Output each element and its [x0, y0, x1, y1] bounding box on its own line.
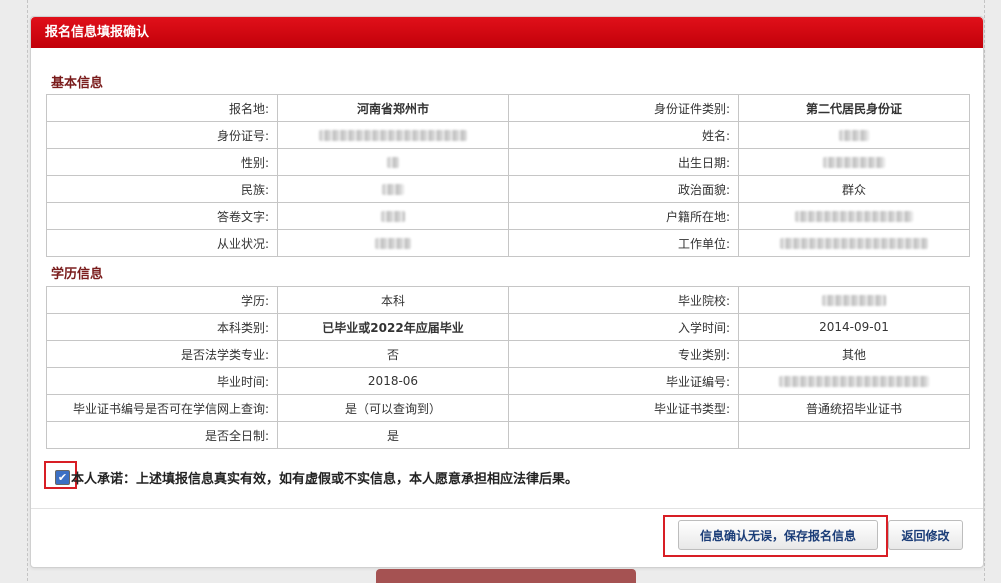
field-label: 身份证号:: [46, 121, 278, 149]
table-row: 毕业时间: 2018-06 毕业证编号:: [46, 367, 970, 395]
field-label: 政治面貌:: [508, 175, 739, 203]
back-button[interactable]: 返回修改: [888, 520, 963, 550]
field-value: 其他: [738, 340, 970, 368]
field-label: 入学时间:: [508, 313, 739, 341]
edu-info-title: 学历信息: [51, 267, 104, 282]
redacted-value: [738, 286, 970, 314]
table-row: 答卷文字: 户籍所在地:: [46, 202, 970, 230]
field-value: 河南省郑州市: [277, 94, 509, 122]
table-row: 从业状况: 工作单位:: [46, 229, 970, 257]
field-value: 第二代居民身份证: [738, 94, 970, 122]
pledge-checkbox[interactable]: ✔: [55, 470, 70, 485]
field-label: 是否全日制:: [46, 421, 278, 449]
confirm-panel: 报名信息填报确认 基本信息 报名地: 河南省郑州市 身份证件类别: 第二代居民身…: [30, 16, 984, 568]
field-value: 已毕业或2022年应届毕业: [277, 313, 509, 341]
redacted-value: [277, 229, 509, 257]
table-row: 是否全日制: 是: [46, 421, 970, 449]
redacted-value: [738, 121, 970, 149]
field-label: 毕业证书类型:: [508, 394, 739, 422]
empty-cell: [508, 421, 739, 449]
redacted-value: [738, 367, 970, 395]
table-row: 毕业证书编号是否可在学信网上查询: 是（可以查询到） 毕业证书类型: 普通统招毕…: [46, 394, 970, 422]
divider: [31, 508, 983, 509]
table-row: 是否法学类专业: 否 专业类别: 其他: [46, 340, 970, 368]
field-label: 学历:: [46, 286, 278, 314]
basic-info-table: 报名地: 河南省郑州市 身份证件类别: 第二代居民身份证 身份证号: 姓名: 性…: [46, 94, 970, 257]
field-label: 毕业证书编号是否可在学信网上查询:: [46, 394, 278, 422]
field-label: 民族:: [46, 175, 278, 203]
empty-cell: [738, 421, 970, 449]
field-label: 从业状况:: [46, 229, 278, 257]
field-label: 答卷文字:: [46, 202, 278, 230]
pledge-text: 本人承诺：上述填报信息真实有效，如有虚假或不实信息，本人愿意承担相应法律后果。: [71, 472, 579, 487]
redacted-value: [738, 148, 970, 176]
redacted-value: [277, 202, 509, 230]
redacted-value: [277, 121, 509, 149]
field-label: 户籍所在地:: [508, 202, 739, 230]
table-row: 本科类别: 已毕业或2022年应届毕业 入学时间: 2014-09-01: [46, 313, 970, 341]
field-value: 是: [277, 421, 509, 449]
field-label: 姓名:: [508, 121, 739, 149]
field-value: 2014-09-01: [738, 313, 970, 341]
field-label: 出生日期:: [508, 148, 739, 176]
table-row: 学历: 本科 毕业院校:: [46, 286, 970, 314]
table-row: 民族: 政治面貌: 群众: [46, 175, 970, 203]
redacted-value: [277, 175, 509, 203]
field-label: 毕业院校:: [508, 286, 739, 314]
field-value: 群众: [738, 175, 970, 203]
field-label: 毕业时间:: [46, 367, 278, 395]
field-label: 专业类别:: [508, 340, 739, 368]
panel-title: 报名信息填报确认: [31, 17, 983, 48]
redacted-value: [738, 229, 970, 257]
field-value: 普通统招毕业证书: [738, 394, 970, 422]
table-row: 报名地: 河南省郑州市 身份证件类别: 第二代居民身份证: [46, 94, 970, 122]
save-button[interactable]: 信息确认无误，保存报名信息: [678, 520, 878, 550]
table-row: 身份证号: 姓名:: [46, 121, 970, 149]
table-row: 性别: 出生日期:: [46, 148, 970, 176]
basic-info-title: 基本信息: [51, 76, 104, 91]
redacted-value: [738, 202, 970, 230]
frame-guide: [27, 0, 28, 581]
field-label: 性别:: [46, 148, 278, 176]
frame-guide: [984, 0, 985, 581]
field-value: 2018-06: [277, 367, 509, 395]
field-label: 工作单位:: [508, 229, 739, 257]
field-label: 毕业证编号:: [508, 367, 739, 395]
field-label: 本科类别:: [46, 313, 278, 341]
field-label: 报名地:: [46, 94, 278, 122]
field-value: 否: [277, 340, 509, 368]
field-label: 身份证件类别:: [508, 94, 739, 122]
field-value: 本科: [277, 286, 509, 314]
redacted-value: [277, 148, 509, 176]
edu-info-table: 学历: 本科 毕业院校: 本科类别: 已毕业或2022年应届毕业 入学时间: 2…: [46, 286, 970, 449]
field-value: 是（可以查询到）: [277, 394, 509, 422]
field-label: 是否法学类专业:: [46, 340, 278, 368]
